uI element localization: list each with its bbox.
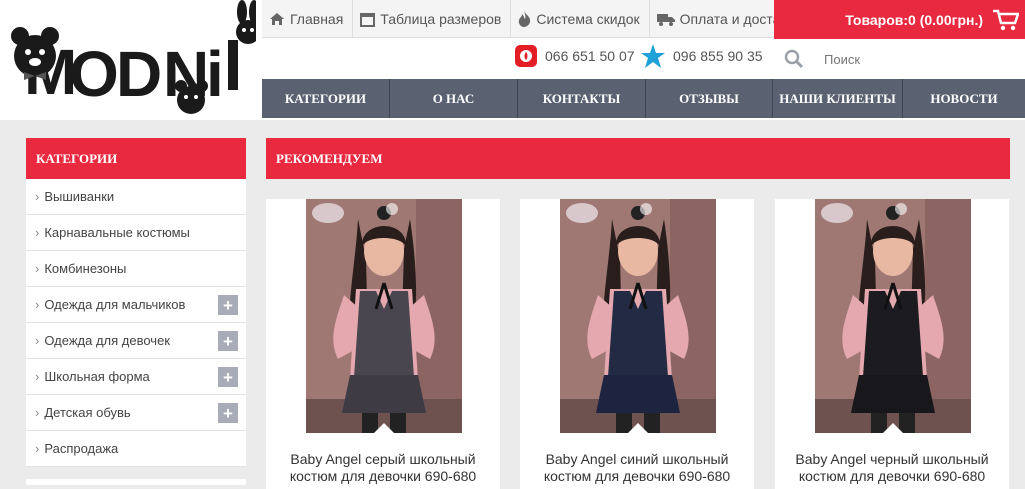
nav-about[interactable]: О НАС bbox=[390, 79, 518, 118]
sidebar-item-label: Одежда для мальчиков bbox=[44, 297, 186, 312]
product-image[interactable] bbox=[560, 199, 716, 433]
chevron-right-icon: › bbox=[35, 189, 40, 204]
toplink-label: Система скидок bbox=[536, 11, 640, 27]
calendar-icon bbox=[360, 12, 376, 27]
chevron-right-icon: › bbox=[35, 369, 40, 384]
vodafone-icon bbox=[515, 45, 537, 67]
phone-kyivstar[interactable]: 096 855 90 35 bbox=[640, 42, 763, 70]
chevron-right-icon: › bbox=[35, 297, 40, 312]
sidebar-item-label: Детская обувь bbox=[44, 405, 131, 420]
product-card[interactable]: Baby Angel черный школьный костюм для де… bbox=[775, 199, 1009, 489]
nav-news[interactable]: НОВОСТИ bbox=[903, 79, 1025, 118]
site-header: M O D N i Главная Таблица размеров Систе… bbox=[0, 0, 1025, 120]
nav-reviews[interactable]: ОТЗЫВЫ bbox=[646, 79, 773, 118]
chevron-right-icon: › bbox=[35, 225, 40, 240]
svg-text:O: O bbox=[69, 38, 119, 110]
chevron-right-icon: › bbox=[35, 333, 40, 348]
svg-text:D: D bbox=[116, 38, 162, 110]
sidebar-item[interactable]: › Карнавальные костюмы bbox=[26, 215, 246, 251]
cart-label: Товаров:0 (0.00грн.) bbox=[845, 11, 983, 28]
sidebar-item[interactable]: › Распродажа bbox=[26, 431, 246, 467]
search-bar bbox=[774, 40, 1025, 78]
product-title[interactable]: Baby Angel синий школьный костюм для дев… bbox=[520, 451, 754, 485]
product-card[interactable]: Baby Angel серый школьный костюм для дев… bbox=[266, 199, 500, 489]
cart-button[interactable]: Товаров:0 (0.00грн.) bbox=[774, 0, 1025, 39]
expand-plus-icon[interactable]: + bbox=[218, 295, 238, 315]
phone-number: 096 855 90 35 bbox=[673, 48, 763, 64]
search-icon[interactable] bbox=[774, 40, 814, 78]
toplink-label: Таблица размеров bbox=[380, 11, 502, 27]
sidebar-item[interactable]: › Школьная форма + bbox=[26, 359, 246, 395]
product-image[interactable] bbox=[815, 199, 971, 433]
expand-plus-icon[interactable]: + bbox=[218, 331, 238, 351]
sidebar-item-label: Вышиванки bbox=[44, 189, 115, 204]
sidebar-item-label: Одежда для девочек bbox=[44, 333, 170, 348]
sidebar-item-label: Распродажа bbox=[44, 441, 119, 456]
product-card[interactable]: Baby Angel синий школьный костюм для дев… bbox=[520, 199, 754, 489]
svg-text:i: i bbox=[206, 38, 224, 110]
site-logo[interactable]: M O D N i bbox=[6, 0, 260, 118]
nav-clients[interactable]: НАШИ КЛИЕНТЫ bbox=[773, 79, 903, 118]
expand-plus-icon[interactable]: + bbox=[218, 367, 238, 387]
truck-icon bbox=[656, 13, 675, 26]
toplink-home[interactable]: Главная bbox=[262, 0, 354, 38]
toplink-label: Главная bbox=[290, 11, 344, 27]
toplink-discounts[interactable]: Система скидок bbox=[511, 0, 650, 38]
sidebar-item[interactable]: › Одежда для девочек + bbox=[26, 323, 246, 359]
search-input[interactable] bbox=[814, 40, 1014, 78]
phone-number: 066 651 50 07 bbox=[545, 48, 635, 64]
product-title[interactable]: Baby Angel черный школьный костюм для де… bbox=[775, 451, 1009, 485]
sidebar-item-label: Комбинезоны bbox=[44, 261, 127, 276]
sidebar-item[interactable]: › Детская обувь + bbox=[26, 395, 246, 431]
flame-icon bbox=[519, 11, 531, 27]
home-icon bbox=[270, 13, 284, 25]
sidebar-item-label: Школьная форма bbox=[44, 369, 150, 384]
expand-plus-icon[interactable]: + bbox=[218, 403, 238, 423]
category-sidebar: КАТЕГОРИИ › Вышиванки › Карнавальные костюм… bbox=[26, 138, 246, 485]
sidebar-item[interactable]: › Комбинезоны bbox=[26, 251, 246, 287]
nav-categories[interactable]: КАТЕГОРИИ bbox=[262, 79, 390, 118]
sidebar-title: КАТЕГОРИИ bbox=[26, 138, 246, 179]
chevron-right-icon: › bbox=[35, 441, 40, 456]
sidebar-item-label: Карнавальные костюмы bbox=[44, 225, 190, 240]
image-notch bbox=[628, 423, 648, 433]
product-image[interactable] bbox=[306, 199, 462, 433]
image-notch bbox=[374, 423, 394, 433]
phone-vodafone[interactable]: 066 651 50 07 bbox=[513, 42, 635, 70]
recommended-title: РЕКОМЕНДУЕМ bbox=[266, 138, 1010, 179]
chevron-right-icon: › bbox=[35, 405, 40, 420]
top-links: Главная Таблица размеров Система скидок … bbox=[262, 0, 802, 38]
nav-contacts[interactable]: КОНТАКТЫ bbox=[518, 79, 646, 118]
sidebar-item[interactable]: › Вышиванки bbox=[26, 179, 246, 215]
chevron-right-icon: › bbox=[35, 261, 40, 276]
sidebar-item[interactable]: › Одежда для мальчиков + bbox=[26, 287, 246, 323]
cart-icon bbox=[993, 9, 1019, 30]
product-title[interactable]: Baby Angel серый школьный костюм для дев… bbox=[266, 451, 500, 485]
sidebar-next-block bbox=[26, 479, 246, 485]
main-nav: КАТЕГОРИИ О НАС КОНТАКТЫ ОТЗЫВЫ НАШИ КЛИ… bbox=[262, 79, 1025, 118]
image-notch bbox=[883, 423, 903, 433]
toplink-size-table[interactable]: Таблица размеров bbox=[353, 0, 512, 38]
kyivstar-star-icon bbox=[641, 44, 665, 68]
